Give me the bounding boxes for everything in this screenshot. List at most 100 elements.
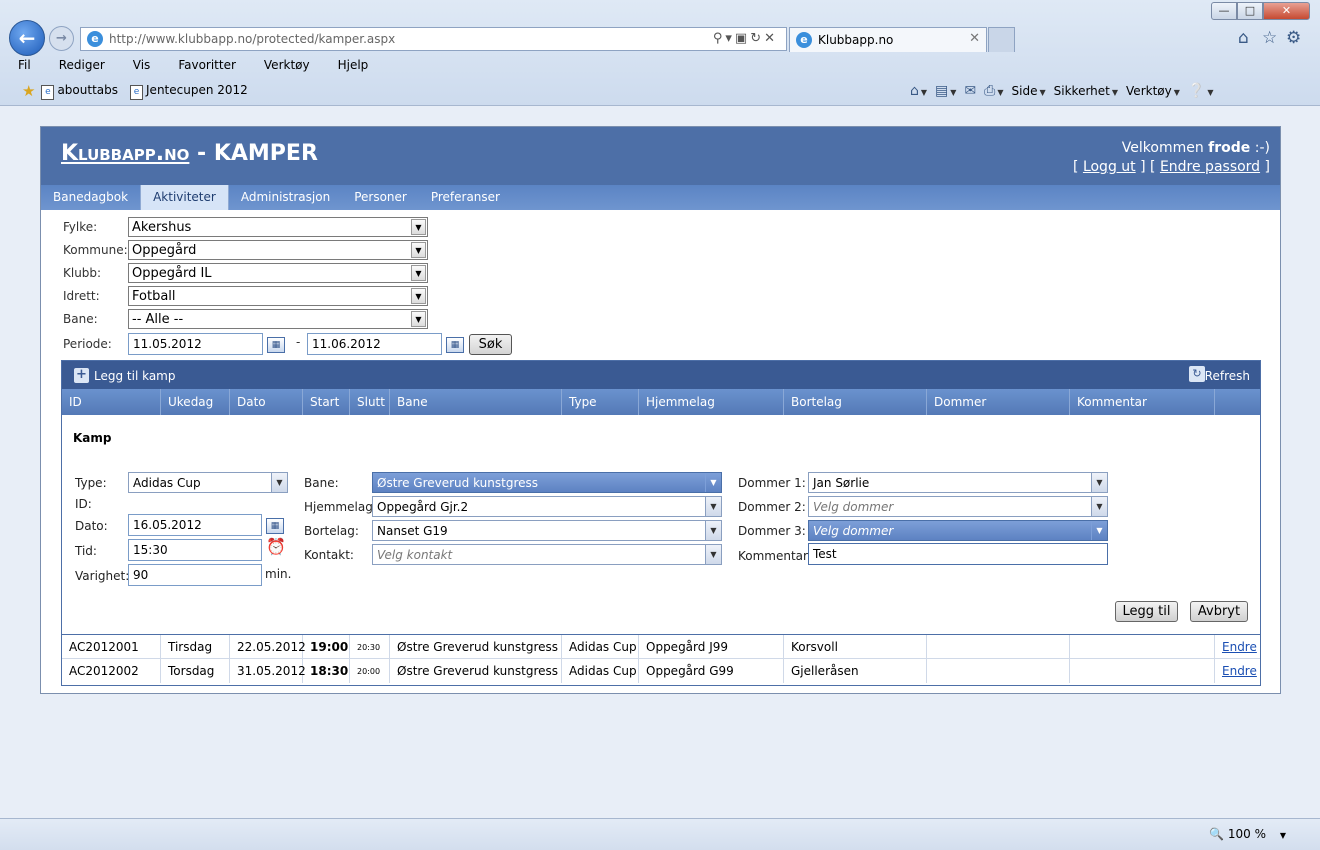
column-header[interactable]: Dato xyxy=(230,389,303,415)
column-header[interactable]: ID xyxy=(62,389,161,415)
back-button[interactable]: ← xyxy=(9,20,45,56)
calendar-icon[interactable]: ▦ xyxy=(266,518,284,534)
add-favorite-icon[interactable]: ★ xyxy=(22,82,35,100)
tab-administrasjon[interactable]: Administrasjon xyxy=(229,185,342,210)
edit-link[interactable]: Endre xyxy=(1222,664,1257,678)
header-banner: Klubbapp.no - KAMPER Velkommen frode :-)… xyxy=(41,127,1280,185)
forward-button[interactable]: → xyxy=(49,26,74,51)
tid-input[interactable]: 15:30 xyxy=(128,539,262,561)
fylke-select[interactable]: Akershus ▼ xyxy=(128,217,428,237)
varighet-label: Varighet: xyxy=(75,569,130,583)
chevron-down-icon: ▼ xyxy=(1091,473,1107,492)
menu-favoritter[interactable]: Favoritter xyxy=(174,56,240,76)
menu-side[interactable]: Side ▼ xyxy=(1012,84,1046,98)
chevron-down-icon: ▼ xyxy=(411,311,426,327)
column-header[interactable]: Dommer xyxy=(927,389,1070,415)
browser-tab[interactable]: e Klubbapp.no ✕ xyxy=(789,27,987,52)
menu-verktoy-cmd[interactable]: Verktøy ▼ xyxy=(1126,84,1180,98)
logout-link[interactable]: Logg ut xyxy=(1083,159,1136,175)
tab-banedagbok[interactable]: Banedagbok xyxy=(41,185,140,210)
column-header[interactable]: Hjemmelag xyxy=(639,389,784,415)
table-row[interactable]: AC2012001 Tirsdag 22.05.2012 19:00 20:30… xyxy=(62,635,1260,659)
edit-link[interactable]: Endre xyxy=(1222,640,1257,654)
feeds-icon[interactable]: ▤ ▼ xyxy=(935,83,956,99)
home-icon[interactable]: ⌂ xyxy=(1238,28,1249,48)
column-header[interactable]: Bane xyxy=(390,389,562,415)
column-header[interactable]: Ukedag xyxy=(161,389,230,415)
dommer1-dropdown[interactable]: Jan Sørlie ▼ xyxy=(808,472,1108,493)
tab-personer[interactable]: Personer xyxy=(342,185,419,210)
idrett-label: Idrett: xyxy=(63,289,100,303)
cell-dommer xyxy=(927,659,1070,683)
column-header[interactable]: Kommentar xyxy=(1070,389,1215,415)
kommune-label: Kommune: xyxy=(63,243,128,257)
klubb-select[interactable]: Oppegård IL ▼ xyxy=(128,263,428,283)
bane-select[interactable]: -- Alle -- ▼ xyxy=(128,309,428,329)
tab-preferanser[interactable]: Preferanser xyxy=(419,185,512,210)
address-controls-icon[interactable]: ⚲▾▣↻✕ xyxy=(713,31,778,46)
window-close-button[interactable]: ✕ xyxy=(1263,2,1310,20)
chevron-down-icon: ▼ xyxy=(705,497,721,516)
favorite-link-abouttabs[interactable]: e abouttabs xyxy=(41,83,118,100)
column-header[interactable]: Type xyxy=(562,389,639,415)
address-bar[interactable]: e http://www.klubbapp.no/protected/kampe… xyxy=(80,27,787,51)
dommer2-dropdown[interactable]: Velg dommer ▼ xyxy=(808,496,1108,517)
tab-aktiviteter[interactable]: Aktiviteter xyxy=(140,185,229,210)
close-tab-icon[interactable]: ✕ xyxy=(969,31,980,46)
help-icon[interactable]: ❔ ▼ xyxy=(1188,83,1214,99)
dommer3-dropdown[interactable]: Velg dommer ▼ xyxy=(808,520,1108,541)
kommentar-input[interactable]: Test xyxy=(808,543,1108,565)
favorites-star-icon[interactable]: ☆ xyxy=(1262,28,1277,48)
column-header[interactable]: Slutt xyxy=(350,389,390,415)
logo-link[interactable]: Klubbapp.no xyxy=(61,141,189,166)
menu-sikkerhet[interactable]: Sikkerhet ▼ xyxy=(1054,84,1118,98)
cell-bortelag: Korsvoll xyxy=(784,635,927,659)
menu-vis[interactable]: Vis xyxy=(129,56,155,76)
change-password-link[interactable]: Endre passord xyxy=(1160,159,1260,175)
menu-hjelp[interactable]: Hjelp xyxy=(334,56,373,76)
new-tab-button[interactable] xyxy=(988,27,1015,52)
chevron-down-icon: ▼ xyxy=(271,473,287,492)
username: frode xyxy=(1208,140,1251,156)
period-from-input[interactable]: 11.05.2012 xyxy=(128,333,263,355)
dato-input[interactable]: 16.05.2012 xyxy=(128,514,262,536)
bane-dropdown[interactable]: Østre Greverud kunstgress ▼ xyxy=(372,472,722,493)
favorite-link-jentecupen[interactable]: e Jentecupen 2012 xyxy=(130,83,248,100)
menu-fil[interactable]: Fil xyxy=(14,56,35,76)
kontakt-dropdown[interactable]: Velg kontakt ▼ xyxy=(372,544,722,565)
print-icon[interactable]: ⎙ ▼ xyxy=(984,83,1003,99)
url-text: http://www.klubbapp.no/protected/kamper.… xyxy=(109,32,396,46)
period-to-input[interactable]: 11.06.2012 xyxy=(307,333,442,355)
menu-verktoy[interactable]: Verktøy xyxy=(260,56,314,76)
add-icon[interactable]: + xyxy=(74,368,89,383)
menu-rediger[interactable]: Rediger xyxy=(55,56,109,76)
chevron-down-icon: ▼ xyxy=(705,473,721,492)
table-row[interactable]: AC2012002 Torsdag 31.05.2012 18:30 20:00… xyxy=(62,659,1260,683)
clock-icon[interactable]: ⏰ xyxy=(266,537,286,556)
column-header[interactable]: Start xyxy=(303,389,350,415)
refresh-button[interactable]: Refresh xyxy=(1205,369,1250,383)
search-button[interactable]: Søk xyxy=(469,334,512,355)
command-bar: ⌂ ▼ ▤ ▼ ✉ ⎙ ▼ Side ▼ Sikkerhet ▼ Verktøy ▼ ❔ ▼ xyxy=(910,80,1213,102)
add-match-button[interactable]: Legg til kamp xyxy=(94,369,176,383)
calendar-icon[interactable]: ▦ xyxy=(267,337,285,353)
add-button[interactable]: Legg til xyxy=(1115,601,1178,622)
minimize-button[interactable]: — xyxy=(1211,2,1237,20)
gear-icon[interactable]: ⚙ xyxy=(1286,28,1301,48)
maximize-button[interactable]: □ xyxy=(1237,2,1263,20)
ie-icon: e xyxy=(796,32,812,48)
mail-icon[interactable]: ✉ xyxy=(964,83,976,99)
home-cmd-icon[interactable]: ⌂ ▼ xyxy=(910,83,927,99)
zoom-control[interactable]: 🔍 100 % ▼ xyxy=(1209,827,1286,841)
refresh-icon[interactable]: ↻ xyxy=(1189,366,1205,382)
kommune-select[interactable]: Oppegård ▼ xyxy=(128,240,428,260)
hjemmelag-dropdown[interactable]: Oppegård Gjr.2 ▼ xyxy=(372,496,722,517)
idrett-select[interactable]: Fotball ▼ xyxy=(128,286,428,306)
varighet-input[interactable]: 90 xyxy=(128,564,262,586)
cancel-button[interactable]: Avbryt xyxy=(1190,601,1248,622)
column-header[interactable]: Bortelag xyxy=(784,389,927,415)
type-dropdown[interactable]: Adidas Cup ▼ xyxy=(128,472,288,493)
bortelag-dropdown[interactable]: Nanset G19 ▼ xyxy=(372,520,722,541)
calendar-icon[interactable]: ▦ xyxy=(446,337,464,353)
period-dash: - xyxy=(296,335,301,349)
